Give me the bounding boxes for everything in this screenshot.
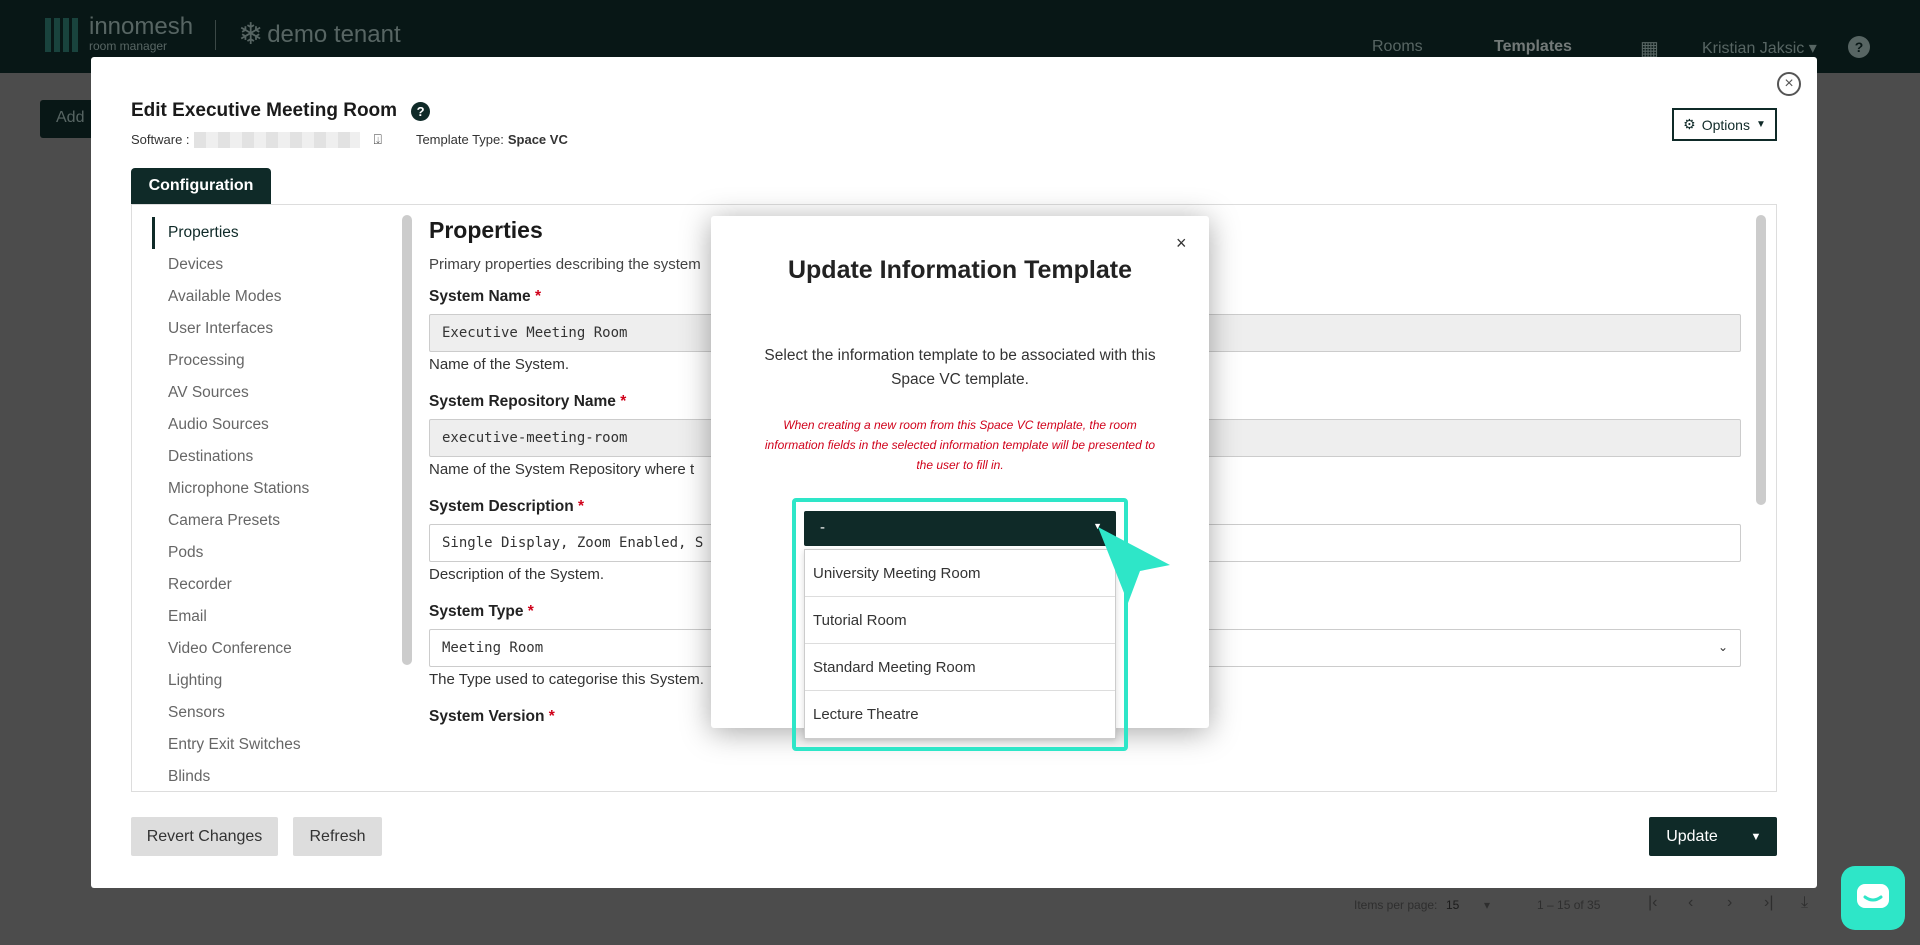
system-type-value: Meeting Room (442, 640, 544, 656)
software-value-redacted (193, 131, 360, 148)
chevron-down-icon: ⌄ (1717, 640, 1728, 654)
sidebar-item-lighting[interactable]: Lighting (152, 665, 392, 697)
dialog-title: Update Information Template (787, 256, 1132, 284)
sidebar-item-user-interfaces[interactable]: User Interfaces (152, 313, 392, 345)
options-button[interactable]: ⚙ Options ▼ (1672, 108, 1777, 141)
update-label[interactable]: Update (1649, 828, 1735, 846)
options-label: Options (1701, 116, 1750, 133)
gear-icon: ⚙ (1683, 116, 1696, 132)
download-icon[interactable]: ⍗ (374, 131, 382, 148)
sidebar-item-processing[interactable]: Processing (152, 345, 392, 377)
chat-icon (1857, 884, 1889, 908)
sidebar-item-camera-presets[interactable]: Camera Presets (152, 505, 392, 537)
option-tutorial-room[interactable]: Tutorial Room (805, 597, 1115, 644)
caret-down-icon[interactable]: ▼ (1735, 831, 1777, 843)
close-icon[interactable]: × (1176, 233, 1187, 254)
dialog-warning: When creating a new room from this Space… (764, 418, 1156, 472)
option-university-meeting-room[interactable]: University Meeting Room (805, 550, 1115, 597)
sidebar-item-sensors[interactable]: Sensors (152, 697, 392, 729)
required-mark: * (548, 708, 555, 725)
sidebar-item-av-sources[interactable]: AV Sources (152, 377, 392, 409)
modal-meta: Software : ⍗ Template Type: Space VC (131, 131, 568, 148)
chat-button[interactable] (1841, 866, 1905, 930)
field-label-text: System Version (429, 708, 545, 725)
selected-value: - (820, 519, 825, 536)
caret-down-icon: ▼ (1755, 119, 1766, 130)
option-standard-meeting-room[interactable]: Standard Meeting Room (805, 644, 1115, 691)
required-mark: * (534, 288, 542, 305)
sidebar-item-audio-sources[interactable]: Audio Sources (152, 409, 392, 441)
field-label-text: System Name (429, 288, 531, 305)
required-mark: * (620, 393, 627, 410)
information-template-select[interactable]: - ▼ (804, 511, 1116, 546)
template-type-label: Template Type: (415, 132, 504, 147)
config-sidebar: Properties Devices Available Modes User … (152, 217, 392, 791)
template-type-value: Space VC (507, 132, 568, 147)
pointer-cursor-icon (1098, 527, 1170, 603)
update-button[interactable]: Update ▼ (1649, 817, 1777, 856)
field-label-text: System Repository Name (429, 393, 616, 410)
sidebar-item-microphone-stations[interactable]: Microphone Stations (152, 473, 392, 505)
modal-title: Edit Executive Meeting Room ? (131, 100, 431, 122)
content-scrollbar[interactable] (1756, 215, 1766, 505)
field-label-text: System Type (429, 603, 524, 620)
tab-configuration[interactable]: Configuration (131, 168, 271, 204)
field-label-text: System Description (429, 498, 574, 515)
sidebar-item-available-modes[interactable]: Available Modes (152, 281, 392, 313)
dialog-text: Select the information template to be as… (764, 347, 1156, 388)
sidebar-item-blinds[interactable]: Blinds (152, 761, 392, 791)
modal-title-text: Edit Executive Meeting Room (131, 100, 398, 121)
sidebar-item-email[interactable]: Email (152, 601, 392, 633)
refresh-button[interactable]: Refresh (293, 817, 382, 856)
sidebar-item-recorder[interactable]: Recorder (152, 569, 392, 601)
revert-changes-button[interactable]: Revert Changes (131, 817, 278, 856)
information-template-options: University Meeting Room Tutorial Room St… (804, 549, 1116, 739)
sidebar-item-video-conference[interactable]: Video Conference (152, 633, 392, 665)
sidebar-item-entry-exit-switches[interactable]: Entry Exit Switches (152, 729, 392, 761)
required-mark: * (578, 498, 585, 515)
required-mark: * (527, 603, 534, 620)
software-label: Software : (131, 132, 190, 147)
sidebar-item-pods[interactable]: Pods (152, 537, 392, 569)
sidebar-item-properties[interactable]: Properties (152, 217, 392, 249)
sidebar-item-devices[interactable]: Devices (152, 249, 392, 281)
sidebar-item-destinations[interactable]: Destinations (152, 441, 392, 473)
close-icon[interactable]: × (1777, 72, 1801, 96)
sidebar-scrollbar[interactable] (402, 215, 412, 665)
option-lecture-theatre[interactable]: Lecture Theatre (805, 691, 1115, 738)
question-icon[interactable]: ? (411, 101, 431, 121)
